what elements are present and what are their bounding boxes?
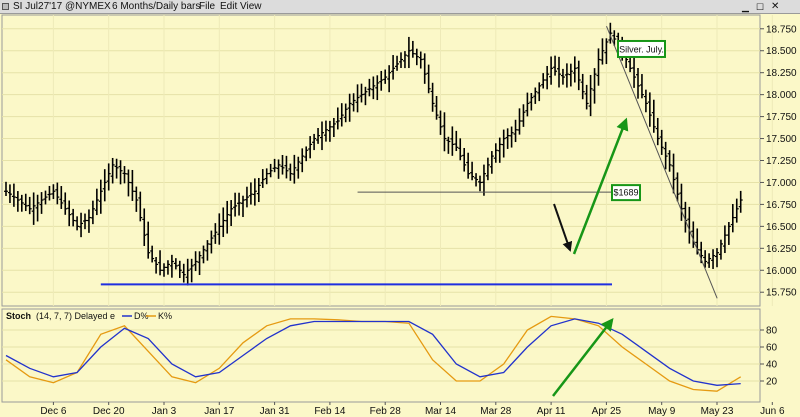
menu-file[interactable]: File	[199, 0, 215, 14]
date-tick-label: Jan 17	[204, 406, 234, 417]
date-tick-label: Feb 28	[370, 406, 402, 417]
stoch-tick-label: 60	[766, 343, 778, 354]
menu-edit[interactable]: Edit	[220, 0, 237, 14]
price-tick-label: 16.750	[766, 200, 797, 211]
date-tick-label: May 9	[648, 406, 676, 417]
price-tick-label: 18.750	[766, 24, 797, 35]
stoch-label: Stoch	[6, 311, 31, 321]
date-tick-label: May 23	[701, 406, 734, 417]
stochastic-axis: 20 40 60 80	[760, 326, 778, 388]
price-tick-label: 18.500	[766, 46, 797, 57]
minimize-icon[interactable]: ▁	[742, 0, 749, 14]
price-tick-label: 17.500	[766, 134, 797, 145]
chart-title: 6 Months/Daily bars	[112, 1, 201, 12]
date-tick-label: Dec 20	[93, 406, 125, 417]
price-tick-label: 17.250	[766, 156, 797, 167]
stoch-tick-label: 20	[766, 377, 778, 388]
price-axis: 15.750 16.000 16.250 16.500 16.750 17.000 17.2…	[760, 24, 797, 299]
date-tick-label: Jan 31	[260, 406, 290, 417]
price-tick-label: 18.000	[766, 90, 797, 101]
date-tick-label: Jan 3	[152, 406, 177, 417]
price-tick-label: 17.750	[766, 112, 797, 123]
price-tick-label: 16.250	[766, 244, 797, 255]
price-panel: Silver. July. $1689	[1, 14, 773, 307]
stochastic-panel: Stoch (14, 7, 7) Delayed e D% K%	[1, 308, 761, 403]
date-axis: Dec 6 Dec 20 Jan 3 Jan 17 Jan 31 Feb 14 Feb 28…	[40, 402, 785, 417]
price-tick-label: 16.500	[766, 222, 797, 233]
date-tick-label: Apr 25	[592, 406, 622, 417]
date-tick-label: Feb 14	[314, 406, 346, 417]
price-tick-label: 17.000	[766, 178, 797, 189]
price-tick-label: 16.000	[766, 266, 797, 277]
date-tick-label: Mar 14	[425, 406, 457, 417]
chart-svg[interactable]: Silver. July. $1689 15.750 16.000 16.250 16.…	[0, 0, 800, 417]
date-tick-label: Dec 6	[40, 406, 67, 417]
window-icon[interactable]	[2, 3, 9, 10]
title-bar: SI Jul27'17 @NYMEX 6 Months/Daily bars F…	[0, 0, 800, 14]
stoch-tick-label: 80	[766, 326, 778, 337]
menu-view[interactable]: View	[240, 0, 262, 14]
price-1689-label: $1689	[613, 188, 638, 198]
price-tick-label: 18.250	[766, 68, 797, 79]
chart-window: Silver. July. $1689 15.750 16.000 16.250 16.…	[0, 0, 800, 417]
price-tick-label: 15.750	[766, 288, 797, 299]
close-icon[interactable]: ✕	[771, 0, 779, 14]
symbol-info: SI Jul27'17 @NYMEX	[13, 1, 111, 12]
stoch-tick-label: 40	[766, 360, 778, 371]
maximize-icon[interactable]: ☐	[756, 0, 764, 14]
date-tick-label: Apr 11	[537, 406, 566, 417]
date-tick-label: Jun 6	[760, 406, 785, 417]
legend-k-label: K%	[158, 311, 172, 321]
stochastic-panel-frame	[1, 308, 761, 403]
stoch-params: (14, 7, 7) Delayed e	[36, 311, 115, 321]
date-tick-label: Mar 28	[480, 406, 512, 417]
silver-july-label: Silver. July.	[619, 44, 664, 54]
